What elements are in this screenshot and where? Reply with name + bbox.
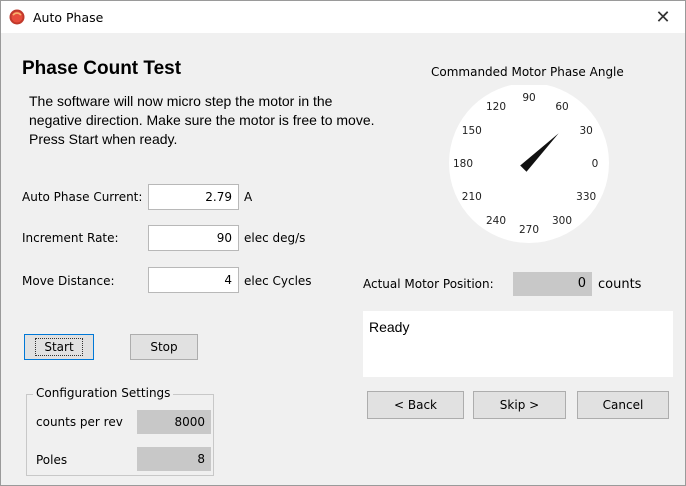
stop-button[interactable]: Stop xyxy=(130,334,198,360)
current-unit: A xyxy=(244,190,253,204)
cancel-button[interactable]: Cancel xyxy=(577,391,669,419)
instructions-text: The software will now micro step the mot… xyxy=(29,93,375,147)
counts-per-rev-value: 8000 xyxy=(137,410,211,434)
rate-label: Increment Rate: xyxy=(22,231,119,245)
distance-label: Move Distance: xyxy=(22,274,115,288)
group-legend: Configuration Settings xyxy=(33,386,174,400)
actual-position-label: Actual Motor Position: xyxy=(363,277,494,291)
gauge-label-210: 210 xyxy=(462,191,482,203)
close-icon[interactable]: ✕ xyxy=(641,1,685,33)
gauge-label-30: 30 xyxy=(580,125,593,137)
page-title: Phase Count Test xyxy=(22,58,182,79)
status-box: Ready xyxy=(363,311,673,377)
gauge-label-270: 270 xyxy=(519,224,539,236)
phase-angle-gauge: 0 30 60 90 120 150 180 210 240 270 300 330 xyxy=(449,85,609,243)
gauge-title: Commanded Motor Phase Angle xyxy=(431,65,624,79)
poles-label: Poles xyxy=(36,453,68,467)
increment-rate-input[interactable]: 90 xyxy=(148,225,239,251)
gauge-label-150: 150 xyxy=(462,125,482,137)
actual-position-value: 0 xyxy=(513,272,592,296)
gauge-label-330: 330 xyxy=(576,191,596,203)
rate-unit: elec deg/s xyxy=(244,231,306,245)
distance-unit: elec Cycles xyxy=(244,274,312,288)
skip-button[interactable]: Skip > xyxy=(473,391,566,419)
counts-per-rev-label: counts per rev xyxy=(36,415,123,429)
gauge-label-180: 180 xyxy=(453,158,473,170)
gauge-label-90: 90 xyxy=(522,92,535,104)
gauge-label-120: 120 xyxy=(486,101,506,113)
window-title: Auto Phase xyxy=(33,10,104,25)
auto-phase-window: Auto Phase ✕ Phase Count Test The softwa… xyxy=(0,0,686,486)
move-distance-input[interactable]: 4 xyxy=(148,267,239,293)
poles-value: 8 xyxy=(137,447,211,471)
gauge-label-60: 60 xyxy=(555,101,568,113)
app-icon xyxy=(9,9,25,25)
title-bar: Auto Phase ✕ xyxy=(1,1,685,33)
start-button-label: Start xyxy=(35,338,83,356)
gauge-label-300: 300 xyxy=(552,215,572,227)
back-button[interactable]: < Back xyxy=(367,391,464,419)
actual-position-unit: counts xyxy=(598,277,642,292)
configuration-settings-group: Configuration Settings counts per rev 80… xyxy=(26,386,214,476)
gauge-label-0: 0 xyxy=(592,158,599,170)
status-text: Ready xyxy=(369,319,410,335)
gauge-label-240: 240 xyxy=(486,215,506,227)
auto-phase-current-input[interactable]: 2.79 xyxy=(148,184,239,210)
start-button[interactable]: Start xyxy=(24,334,94,360)
current-label: Auto Phase Current: xyxy=(22,190,143,204)
